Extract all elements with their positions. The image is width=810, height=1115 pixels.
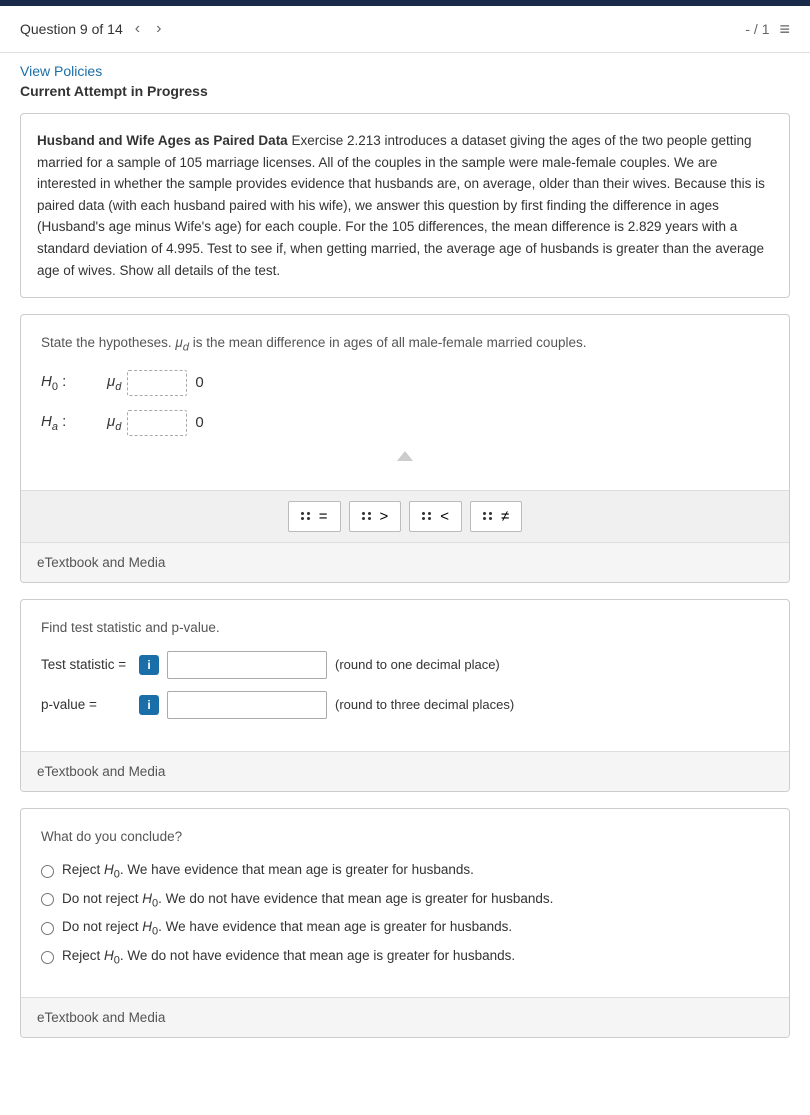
- pvalue-label: p-value =: [41, 697, 131, 712]
- conclude-label: What do you conclude?: [41, 829, 769, 844]
- grid-dots-2: [362, 512, 372, 520]
- ha-mu: μd: [107, 413, 121, 433]
- header: Question 9 of 14 ‹ › - / 1 ≡: [0, 6, 810, 53]
- hyp-label-text: State the hypotheses. μd is the mean dif…: [41, 335, 586, 350]
- grid-dots-1: [301, 512, 311, 520]
- question-counter: Question 9 of 14: [20, 21, 123, 37]
- problem-text: Husband and Wife Ages as Paired Data Exe…: [37, 130, 773, 281]
- symbol-greater-label: >: [380, 508, 389, 525]
- grid-dots-3: [422, 512, 432, 520]
- symbol-equals-button[interactable]: =: [288, 501, 341, 532]
- next-button[interactable]: ›: [152, 18, 165, 40]
- section-conclusion-content: What do you conclude? Reject H0. We have…: [21, 809, 789, 997]
- radio-item-4[interactable]: Reject H0. We do not have evidence that …: [41, 948, 769, 967]
- symbol-notequal-label: ≠: [501, 508, 509, 525]
- test-statistic-info-button[interactable]: i: [139, 655, 159, 675]
- symbol-toolbar: = > < ≠: [21, 490, 789, 542]
- test-statistic-row: Test statistic = i (round to one decimal…: [41, 651, 769, 679]
- header-left: Question 9 of 14 ‹ ›: [20, 18, 165, 40]
- problem-title: Husband and Wife Ages as Paired Data: [37, 133, 288, 148]
- section-hypotheses: State the hypotheses. μd is the mean dif…: [20, 314, 790, 583]
- radio-input-1[interactable]: [41, 865, 54, 878]
- menu-icon[interactable]: ≡: [779, 19, 790, 40]
- symbol-less-label: <: [440, 508, 449, 525]
- symbol-less-button[interactable]: <: [409, 501, 462, 532]
- h0-operator-input[interactable]: [127, 370, 187, 396]
- pvalue-row: p-value = i (round to three decimal plac…: [41, 691, 769, 719]
- symbol-equals-label: =: [319, 508, 328, 525]
- grid-dots-4: [483, 512, 493, 520]
- radio-input-2[interactable]: [41, 893, 54, 906]
- test-statistic-note: (round to one decimal place): [335, 657, 500, 672]
- conclusion-radio-group: Reject H0. We have evidence that mean ag…: [41, 862, 769, 967]
- content-area: View Policies Current Attempt in Progres…: [0, 53, 810, 1074]
- h0-row: H0 : μd 0: [41, 370, 769, 396]
- section-test-content: Find test statistic and p-value. Test st…: [21, 600, 789, 751]
- section-test-statistic: Find test statistic and p-value. Test st…: [20, 599, 790, 792]
- score-display: - / 1: [745, 21, 769, 37]
- hypotheses-label: State the hypotheses. μd is the mean dif…: [41, 335, 769, 354]
- section3-etextbook[interactable]: eTextbook and Media: [21, 997, 789, 1037]
- popup-arrow-container: [41, 450, 769, 460]
- problem-box: Husband and Wife Ages as Paired Data Exe…: [20, 113, 790, 298]
- radio-input-4[interactable]: [41, 951, 54, 964]
- radio-label-1: Reject H0. We have evidence that mean ag…: [62, 862, 474, 881]
- find-test-label: Find test statistic and p-value.: [41, 620, 769, 635]
- radio-label-2: Do not reject H0. We do not have evidenc…: [62, 891, 553, 910]
- pvalue-input[interactable]: [167, 691, 327, 719]
- pvalue-info-button[interactable]: i: [139, 695, 159, 715]
- section-hypotheses-content: State the hypotheses. μd is the mean dif…: [21, 315, 789, 480]
- radio-item-2[interactable]: Do not reject H0. We do not have evidenc…: [41, 891, 769, 910]
- symbol-greater-button[interactable]: >: [349, 501, 402, 532]
- radio-label-3: Do not reject H0. We have evidence that …: [62, 919, 512, 938]
- problem-body: Exercise 2.213 introduces a dataset givi…: [37, 133, 765, 278]
- attempt-status: Current Attempt in Progress: [20, 83, 790, 99]
- h0-label: H0 :: [41, 373, 101, 393]
- radio-input-3[interactable]: [41, 922, 54, 935]
- symbol-notequal-button[interactable]: ≠: [470, 501, 522, 532]
- h0-zero: 0: [195, 374, 203, 391]
- ha-operator-input[interactable]: [127, 410, 187, 436]
- popup-arrow: [397, 451, 413, 461]
- radio-item-3[interactable]: Do not reject H0. We have evidence that …: [41, 919, 769, 938]
- header-right: - / 1 ≡: [745, 19, 790, 40]
- section-conclusion: What do you conclude? Reject H0. We have…: [20, 808, 790, 1038]
- prev-button[interactable]: ‹: [131, 18, 144, 40]
- test-statistic-label: Test statistic =: [41, 657, 131, 672]
- test-statistic-input[interactable]: [167, 651, 327, 679]
- radio-item-1[interactable]: Reject H0. We have evidence that mean ag…: [41, 862, 769, 881]
- pvalue-note: (round to three decimal places): [335, 697, 514, 712]
- section1-etextbook[interactable]: eTextbook and Media: [21, 542, 789, 582]
- ha-row: Ha : μd 0: [41, 410, 769, 436]
- radio-label-4: Reject H0. We do not have evidence that …: [62, 948, 515, 967]
- h0-mu: μd: [107, 373, 121, 393]
- ha-zero: 0: [195, 414, 203, 431]
- view-policies-link[interactable]: View Policies: [20, 63, 790, 79]
- section2-etextbook[interactable]: eTextbook and Media: [21, 751, 789, 791]
- ha-label: Ha :: [41, 413, 101, 433]
